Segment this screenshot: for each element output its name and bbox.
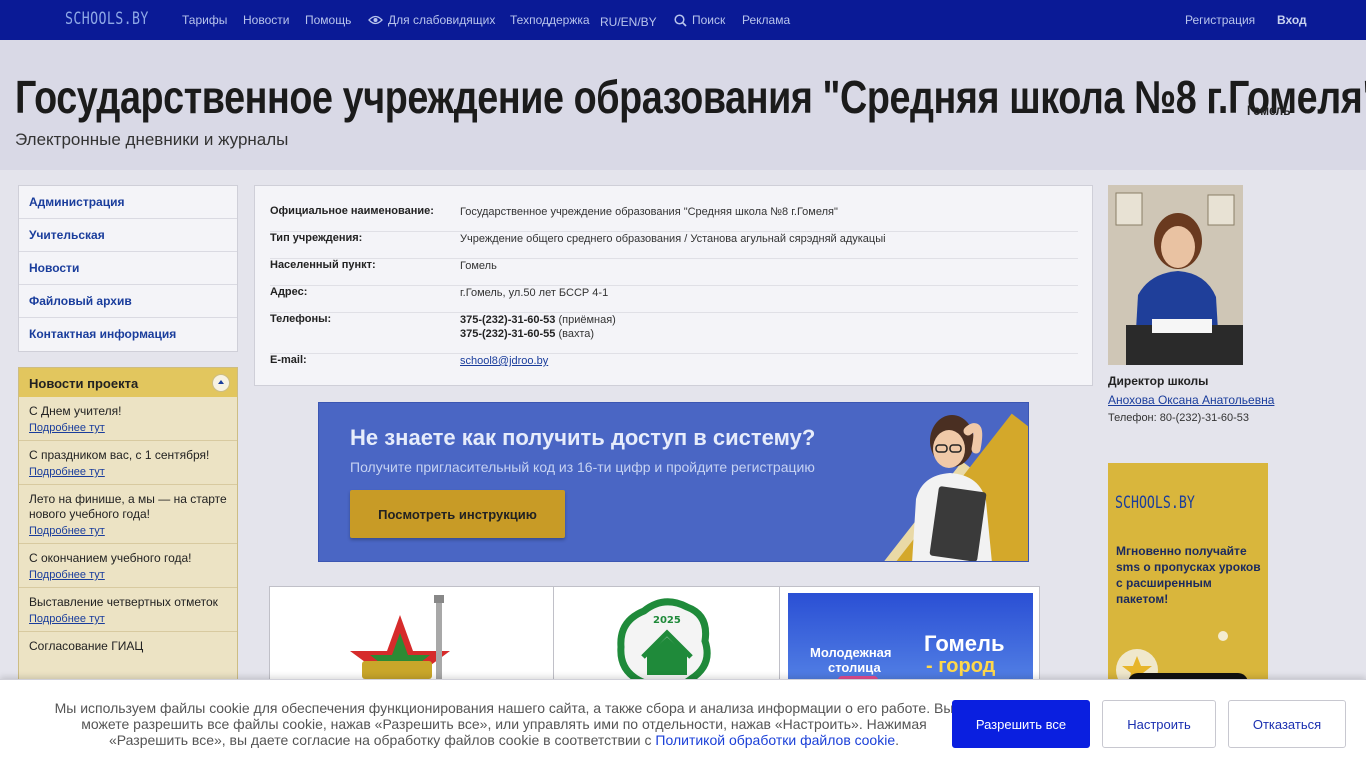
info-row-phones: Телефоны: 375-(232)-31-60-53 (приёмная) … <box>270 313 1078 354</box>
news-item-title: С праздником вас, с 1 сентября! <box>29 448 210 462</box>
nav-support[interactable]: Техподдержка <box>510 13 590 27</box>
news-item-title: Выставление четвертных отметок <box>29 595 218 609</box>
nav-news[interactable]: Новости <box>243 13 289 27</box>
sidebar-menu: Администрация Учительская Новости Файлов… <box>18 185 238 352</box>
banner-caption-left-1: Молодежная <box>810 645 892 660</box>
view-instruction-button[interactable]: Посмотреть инструкцию <box>350 490 565 538</box>
nav-ads[interactable]: Реклама <box>742 13 790 27</box>
login-link[interactable]: Вход <box>1277 13 1307 27</box>
project-news-header: Новости проекта <box>19 368 237 397</box>
news-more-link[interactable]: Подробнее тут <box>29 613 227 625</box>
cookie-text: Мы используем файлы cookie для обеспечен… <box>54 700 954 748</box>
director-portrait <box>1108 185 1243 365</box>
info-row-type: Тип учреждения: Учреждение общего средне… <box>270 232 1078 259</box>
info-value: Учреждение общего среднего образования /… <box>460 233 886 245</box>
director-photo[interactable] <box>1108 185 1243 365</box>
sparkle-icon <box>1218 631 1228 641</box>
info-label: Населенный пункт: <box>270 259 376 271</box>
director-title: Директор школы <box>1108 374 1209 388</box>
banner-caption-right-2: - город <box>926 655 996 677</box>
phone-note: (вахта) <box>558 328 595 340</box>
news-more-link[interactable]: Подробнее тут <box>29 466 227 478</box>
ad-text: Мгновенно получайте sms о пропусках урок… <box>1116 544 1261 606</box>
news-item: Выставление четвертных отметок Подробнее… <box>19 588 237 632</box>
woman-illustration <box>912 415 992 561</box>
news-item: С окончанием учебного года! Подробнее ту… <box>19 544 237 588</box>
phone-number: 375-(232)-31-60-55 <box>460 328 556 340</box>
info-value: Гомель <box>460 260 497 272</box>
search-icon <box>674 13 687 27</box>
director-name-link[interactable]: Анохова Оксана Анатольевна <box>1108 393 1274 407</box>
cookie-policy-link[interactable]: Политикой обработки файлов cookie <box>655 732 895 748</box>
news-item: Лето на финише, а мы — на старте нового … <box>19 485 237 544</box>
nav-search[interactable]: Поиск <box>674 13 725 27</box>
info-row-email: E-mail: school8@jdroo.by <box>270 354 1078 374</box>
nav-tariffs[interactable]: Тарифы <box>182 13 227 27</box>
news-item-title: С Днем учителя! <box>29 404 122 418</box>
eye-icon <box>368 15 383 25</box>
news-item-title: Согласование ГИАЦ <box>29 639 144 653</box>
info-label: Тип учреждения: <box>270 232 363 244</box>
nav-accessibility-label: Для слабовидящих <box>388 13 496 27</box>
info-value: Государственное учреждение образования "… <box>460 206 838 218</box>
news-more-link[interactable]: Подробнее тут <box>29 569 227 581</box>
city-label: Гомель <box>1247 102 1291 118</box>
sidebar-item-teachers[interactable]: Учительская <box>19 219 237 252</box>
banner-subtitle: Получите пригласительный код из 16-ти ци… <box>350 459 815 475</box>
project-news-title: Новости проекта <box>29 376 139 391</box>
site-logo[interactable]: SCHOOLS.BY <box>65 9 149 29</box>
news-item: С праздником вас, с 1 сентября! Подробне… <box>19 441 237 485</box>
sidebar-item-administration[interactable]: Администрация <box>19 186 237 219</box>
collapse-toggle-icon[interactable] <box>212 374 230 392</box>
phone-number: 375-(232)-31-60-53 <box>460 314 556 326</box>
info-row-address: Адрес: г.Гомель, ул.50 лет БССР 4-1 <box>270 286 1078 313</box>
project-news-panel: Новости проекта С Днем учителя! Подробне… <box>18 367 238 697</box>
page-title: Государственное учреждение образования "… <box>15 71 1366 123</box>
info-label: Телефоны: <box>270 313 332 325</box>
cookie-settings-button[interactable]: Настроить <box>1102 700 1216 748</box>
news-item-title: Лето на финише, а мы — на старте нового … <box>29 492 227 521</box>
sidebar-item-news[interactable]: Новости <box>19 252 237 285</box>
email-link[interactable]: school8@jdroo.by <box>460 354 548 368</box>
nav-language[interactable]: RU/EN/BY <box>600 15 657 29</box>
news-item-title: С окончанием учебного года! <box>29 551 192 565</box>
info-label: Официальное наименование: <box>270 205 434 217</box>
info-value: г.Гомель, ул.50 лет БССР 4-1 <box>460 287 609 299</box>
cookie-consent-bar: Мы используем файлы cookie для обеспечен… <box>0 679 1366 768</box>
access-instruction-banner[interactable]: Не знаете как получить доступ в систему?… <box>318 402 1029 562</box>
info-label: Адрес: <box>270 286 308 298</box>
news-item: Согласование ГИАЦ <box>19 632 237 660</box>
sidebar-item-file-archive[interactable]: Файловый архив <box>19 285 237 318</box>
top-navigation: SCHOOLS.BY Тарифы Новости Помощь Для сла… <box>0 0 1366 40</box>
news-more-link[interactable]: Подробнее тут <box>29 422 227 434</box>
phone-note: (приёмная) <box>558 314 616 326</box>
decline-cookies-button[interactable]: Отказаться <box>1228 700 1346 748</box>
info-row-official-name: Официальное наименование: Государственно… <box>270 205 1078 232</box>
news-item: С Днем учителя! Подробнее тут <box>19 397 237 441</box>
sidebar-item-contacts[interactable]: Контактная информация <box>19 318 237 351</box>
accept-all-cookies-button[interactable]: Разрешить все <box>952 700 1090 748</box>
info-label: E-mail: <box>270 354 307 366</box>
nav-help[interactable]: Помощь <box>305 13 351 27</box>
director-phone: Телефон: 80-(232)-31-60-53 <box>1108 412 1250 424</box>
nav-accessibility[interactable]: Для слабовидящих <box>368 13 495 27</box>
badge-year: 2025 <box>653 615 681 626</box>
news-more-link[interactable]: Подробнее тут <box>29 525 227 537</box>
ad-logo: SCHOOLS.BY <box>1115 493 1195 513</box>
banner-caption-left-2: столица <box>828 660 881 675</box>
sms-ad-banner[interactable]: SCHOOLS.BY Мгновенно получайте sms о про… <box>1108 463 1268 703</box>
register-link[interactable]: Регистрация <box>1185 13 1255 27</box>
info-row-locality: Населенный пункт: Гомель <box>270 259 1078 286</box>
nav-search-label: Поиск <box>692 13 726 27</box>
school-header: Государственное учреждение образования "… <box>0 40 1366 170</box>
banner-title: Не знаете как получить доступ в систему? <box>350 425 816 450</box>
banner-caption-right-1: Гомель <box>924 631 1005 656</box>
phones-list: 375-(232)-31-60-53 (приёмная) 375-(232)-… <box>460 313 616 341</box>
school-info-card: Официальное наименование: Государственно… <box>254 185 1093 386</box>
page-subtitle: Электронные дневники и журналы <box>15 130 289 149</box>
